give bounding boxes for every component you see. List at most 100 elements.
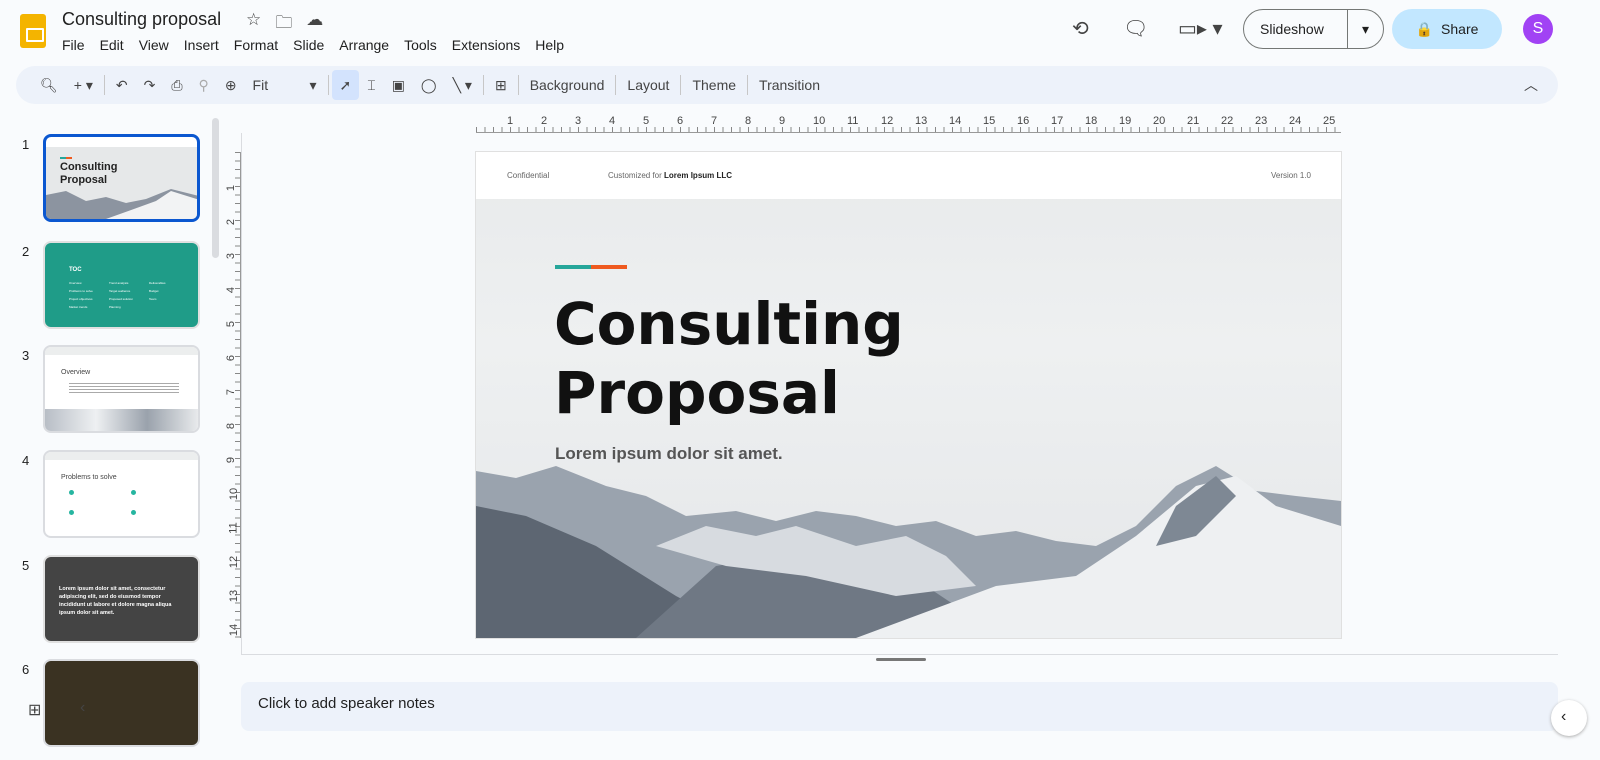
ruler-tick-label: 6: [225, 354, 238, 362]
divider: [747, 75, 749, 95]
share-label: Share: [1441, 21, 1479, 37]
slide-subtitle[interactable]: Lorem ipsum dolor sit amet.: [555, 444, 783, 464]
comments-icon[interactable]: 🗨: [1123, 16, 1148, 41]
version-history-icon[interactable]: ⟲: [1072, 16, 1089, 41]
collapse-filmstrip-icon[interactable]: ‹: [80, 699, 85, 717]
add-comment-icon[interactable]: ⊞: [487, 70, 515, 100]
select-pointer-icon[interactable]: ➚: [331, 70, 360, 100]
ruler-tick-label: 18: [1085, 115, 1098, 127]
slide-thumbnail-6[interactable]: [43, 659, 200, 747]
slide-1[interactable]: Confidential Customized for Lorem Ipsum …: [476, 152, 1341, 638]
mountains-image: [46, 189, 197, 219]
side-panel-toggle-icon[interactable]: ‹: [1551, 700, 1587, 736]
slide-number: 2: [22, 244, 30, 259]
transition-button[interactable]: Transition: [751, 70, 828, 100]
slideshow-label[interactable]: Slideshow: [1244, 10, 1348, 48]
slides-logo[interactable]: [20, 14, 46, 48]
thumb-title: Overview: [61, 369, 91, 376]
menu-insert[interactable]: Insert: [184, 37, 219, 53]
star-icon[interactable]: ☆: [246, 10, 261, 39]
redo-icon[interactable]: ↷: [136, 70, 164, 100]
background-button[interactable]: Background: [522, 70, 613, 100]
slide-number: 5: [22, 558, 30, 573]
menu-edit[interactable]: Edit: [100, 37, 124, 53]
ruler-tick-label: 10: [813, 115, 826, 127]
print-icon[interactable]: ⎙: [163, 70, 190, 100]
lock-icon: 🔒: [1415, 20, 1434, 37]
cloud-saved-icon[interactable]: ☁: [306, 10, 323, 39]
toolbar: 🔍︎ + ▾ ↶ ↷ ⎙ ⚲ ⊕ Fit ▾ ➚ ⌶ ▣ ◯ ╲ ▾ ⊞ Back…: [16, 66, 1558, 104]
horizontal-ruler[interactable]: 1 2 3 4 5 6 7 8 9 10 11 12 13 14 15 16 17 18 19 20 21 22 23 24 2…: [476, 115, 1341, 133]
document-title[interactable]: Consulting proposal: [62, 9, 221, 30]
toc-item: Project objectives: [69, 297, 93, 301]
menu-arrange[interactable]: Arrange: [339, 37, 389, 53]
slide-thumbnail-3[interactable]: Overview: [43, 345, 200, 433]
toc-item: Proposed solution: [109, 297, 134, 301]
vertical-ruler[interactable]: 1 2 3 4 5 6 7 8 9 10 11 12 13 14: [225, 152, 241, 638]
ruler-tick-label: 11: [227, 522, 240, 534]
slide-title[interactable]: Consulting Proposal: [554, 290, 904, 428]
toc-item: Overview: [69, 281, 82, 285]
ruler-tick-label: 4: [609, 115, 616, 127]
filmstrip-scrollbar[interactable]: [212, 118, 219, 258]
ruler-tick-label: 16: [1017, 115, 1030, 127]
accent-bar-orange: [591, 265, 627, 269]
ruler-tick-label: 14: [228, 623, 241, 637]
ruler-tick-label: 15: [983, 115, 996, 127]
menu-view[interactable]: View: [139, 37, 169, 53]
thumb-title: Consulting Proposal: [60, 161, 118, 186]
layout-button[interactable]: Layout: [619, 70, 677, 100]
slide-thumbnail-1[interactable]: Consulting Proposal: [43, 134, 200, 222]
thumb-title: TOC: [69, 267, 82, 273]
title-line: Consulting: [554, 290, 904, 358]
slideshow-button[interactable]: Slideshow ▾: [1243, 9, 1384, 49]
grid-view-icon[interactable]: ⊞: [28, 700, 41, 720]
divider: [680, 75, 682, 95]
ruler-tick-label: 21: [1187, 115, 1200, 127]
slide-thumbnail-2[interactable]: TOC Overview Problems to solve Project obj…: [43, 241, 200, 329]
ruler-tick-label: 3: [225, 252, 238, 260]
undo-icon[interactable]: ↶: [108, 70, 136, 100]
version-label: Version 1.0: [1270, 171, 1311, 180]
menu-file[interactable]: File: [62, 37, 85, 53]
line-icon[interactable]: ╲ ▾: [445, 70, 480, 100]
paint-format-icon[interactable]: ⚲: [191, 70, 217, 100]
speaker-notes-input[interactable]: Click to add speaker notes: [241, 682, 1558, 731]
zoom-icon[interactable]: ⊕: [217, 70, 245, 100]
shape-icon[interactable]: ◯: [413, 70, 445, 100]
divider: [482, 75, 484, 95]
toc-item: Budget: [149, 289, 159, 293]
menu-tools[interactable]: Tools: [404, 37, 437, 53]
menu-format[interactable]: Format: [234, 37, 278, 53]
thumb-title: Problems to solve: [61, 474, 117, 481]
confidential-label: Confidential: [507, 171, 550, 180]
slide-number: 6: [22, 662, 30, 677]
filmstrip: 1 Consulting Proposal 2 TOC Overview Prob…: [0, 115, 225, 747]
meet-camera-icon[interactable]: ▭▸ ▾: [1178, 16, 1223, 41]
text-box-icon[interactable]: ⌶: [359, 70, 383, 100]
notes-resize-handle[interactable]: [876, 658, 926, 661]
slide-thumbnail-4[interactable]: Problems to solve: [43, 450, 200, 538]
ruler-tick-label: 10: [228, 487, 241, 501]
collapse-toolbar-icon[interactable]: ︿: [1516, 70, 1546, 100]
ruler-tick-label: 5: [643, 115, 650, 127]
new-slide-icon[interactable]: + ▾: [66, 70, 101, 100]
theme-button[interactable]: Theme: [684, 70, 744, 100]
toc-item: Market trends: [69, 305, 88, 309]
ruler-tick-label: 12: [228, 555, 241, 569]
title-line: Proposal: [554, 359, 840, 427]
avatar[interactable]: S: [1523, 14, 1553, 44]
search-menus-icon[interactable]: 🔍︎: [32, 70, 66, 100]
share-button[interactable]: 🔒 Share: [1392, 9, 1502, 49]
menu-slide[interactable]: Slide: [293, 37, 324, 53]
slideshow-dropdown-icon[interactable]: ▾: [1348, 21, 1369, 38]
insert-image-icon[interactable]: ▣: [384, 70, 413, 100]
menu-help[interactable]: Help: [535, 37, 564, 53]
menu-extensions[interactable]: Extensions: [452, 37, 520, 53]
move-folder-icon[interactable]: 🗀: [275, 10, 292, 39]
accent-bar-teal: [555, 265, 591, 269]
ruler-tick-label: 8: [225, 422, 238, 430]
slide-thumbnail-5[interactable]: Lorem ipsum dolor sit amet, consectetur …: [43, 555, 200, 643]
ruler-tick-label: 6: [677, 115, 684, 127]
zoom-select[interactable]: Fit ▾: [245, 70, 325, 100]
